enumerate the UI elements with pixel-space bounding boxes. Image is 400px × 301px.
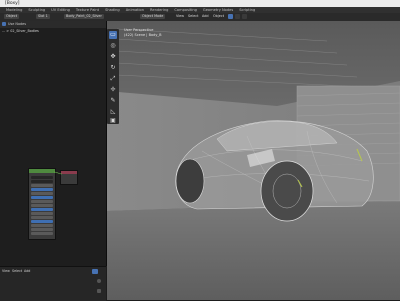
editor-type-icon[interactable] <box>92 269 98 274</box>
tab-sculpting[interactable]: Sculpting <box>28 8 45 12</box>
node-field[interactable] <box>31 176 53 179</box>
collection-name: (422) Scene | Body_B <box>124 33 162 37</box>
menu-select[interactable]: Select <box>12 269 22 273</box>
tab-animation[interactable]: Animation <box>126 8 144 12</box>
front-wheel <box>175 158 205 204</box>
scale-icon[interactable]: ⤢ <box>109 75 117 83</box>
transform-icon[interactable]: ✢ <box>109 86 117 94</box>
measure-icon[interactable]: ◺ <box>109 108 117 116</box>
tab-rendering[interactable]: Rendering <box>150 8 168 12</box>
window-titlebar: [Boxy] <box>0 0 400 7</box>
3d-viewport[interactable] <box>107 21 400 300</box>
select-box-icon[interactable]: ▭ <box>109 31 117 39</box>
hand-icon[interactable] <box>97 289 101 293</box>
tab-modeling[interactable]: Modeling <box>6 8 22 12</box>
node-field[interactable] <box>31 216 53 219</box>
tab-geometry-nodes[interactable]: Geometry Nodes <box>203 8 233 12</box>
node-breadcrumb: ... > 02_Silver_Bodies <box>2 29 39 33</box>
node-field[interactable] <box>31 204 53 207</box>
node-field[interactable] <box>31 228 53 231</box>
global-transform-icon[interactable] <box>228 14 233 19</box>
node-link <box>54 171 62 175</box>
pivot-icon[interactable] <box>235 14 240 19</box>
use-nodes-checkbox[interactable] <box>2 22 6 26</box>
add-cube-icon[interactable]: ▣ <box>109 117 117 125</box>
node-field[interactable] <box>31 232 53 235</box>
tab-texture-paint[interactable]: Texture Paint <box>76 8 99 12</box>
node-slider[interactable] <box>31 188 53 191</box>
garage-floor <box>107 201 400 300</box>
tool-shelf: ▭ ◎ ✥ ↻ ⤢ ✢ ✎ ◺ ▣ <box>107 29 119 124</box>
node-header[interactable] <box>29 169 55 173</box>
annotate-icon[interactable]: ✎ <box>109 97 117 105</box>
node-editor-header: Use Nodes <box>0 21 106 28</box>
node-field[interactable] <box>31 200 53 203</box>
node-slider[interactable] <box>31 196 53 199</box>
menu-add[interactable]: Add <box>24 269 30 273</box>
node-slider[interactable] <box>31 208 53 211</box>
tab-compositing[interactable]: Compositing <box>174 8 197 12</box>
menu-add[interactable]: Add <box>202 14 209 19</box>
node-field[interactable] <box>31 184 53 187</box>
rear-wheel <box>260 160 314 222</box>
snap-icon[interactable] <box>242 14 247 19</box>
tab-shading[interactable]: Shading <box>105 8 120 12</box>
principled-bsdf-node[interactable] <box>28 168 56 240</box>
node-field[interactable] <box>31 212 53 215</box>
rotate-icon[interactable]: ↻ <box>109 64 117 72</box>
cursor-icon[interactable]: ◎ <box>109 42 117 50</box>
mode-dropdown[interactable]: Object Mode <box>140 14 166 19</box>
menu-view[interactable]: View <box>176 14 184 19</box>
bottom-editor: View Select Add <box>0 266 106 301</box>
node-header[interactable] <box>61 171 77 174</box>
move-icon[interactable]: ✥ <box>109 53 117 61</box>
material-dropdown[interactable]: Body_Paint_02_Silver <box>64 14 104 19</box>
material-output-node[interactable] <box>60 170 78 185</box>
zoom-icon[interactable] <box>97 279 101 283</box>
viewport-info: User Perspective (422) Scene | Body_B <box>124 28 162 38</box>
object-dropdown[interactable]: Object <box>4 14 20 19</box>
tab-uv-editing[interactable]: UV Editing <box>51 8 70 12</box>
use-nodes-label: Use Nodes <box>8 22 27 26</box>
slot-dropdown[interactable]: Slot 1 <box>36 14 50 19</box>
menu-object[interactable]: Object <box>213 14 224 19</box>
menu-view[interactable]: View <box>2 269 10 273</box>
menu-select[interactable]: Select <box>188 14 198 19</box>
node-field[interactable] <box>31 192 53 195</box>
node-field[interactable] <box>31 224 53 227</box>
tab-scripting[interactable]: Scripting <box>239 8 255 12</box>
window-title: [Boxy] <box>5 1 20 6</box>
node-slider[interactable] <box>31 220 53 223</box>
node-field[interactable] <box>31 180 53 183</box>
